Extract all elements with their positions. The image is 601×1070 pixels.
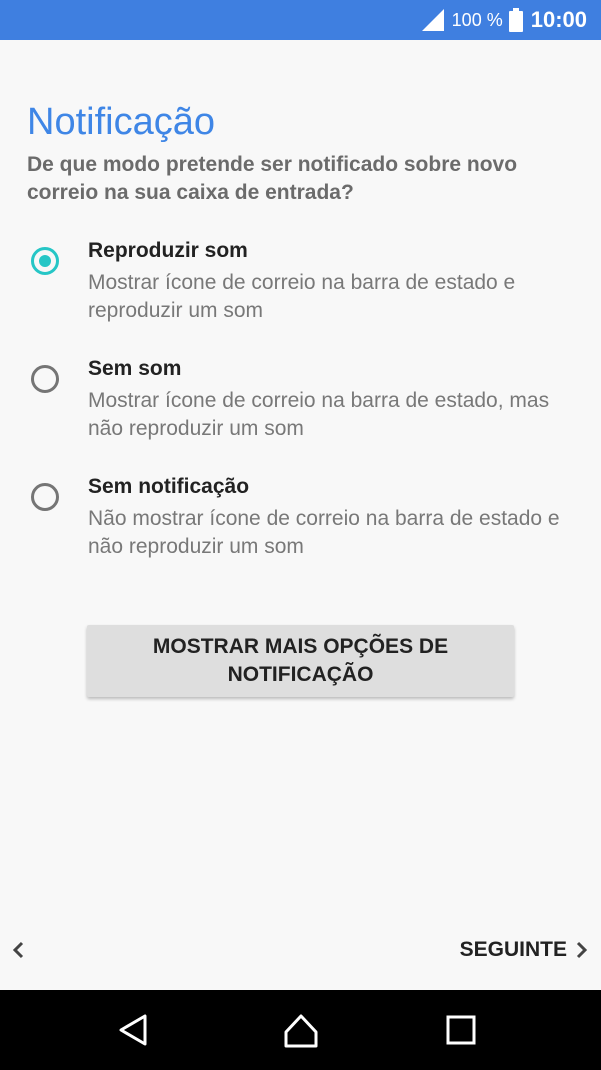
- question-text: De que modo pretende ser notificado sobr…: [27, 153, 518, 204]
- back-triangle-icon[interactable]: [113, 1010, 153, 1050]
- battery-icon: [508, 8, 523, 32]
- clock: 10:00: [530, 7, 587, 32]
- option-no-sound[interactable]: Sem som Mostrar ícone de correio na barr…: [0, 354, 601, 454]
- page-title: Notificação: [27, 101, 215, 143]
- radio-button-checked[interactable]: [31, 247, 59, 275]
- radio-button[interactable]: [31, 365, 59, 393]
- option-description: Não mostrar ícone de correio na barra de…: [88, 507, 560, 558]
- more-notification-options-button[interactable]: MOSTRAR MAIS OPÇÕES DE NOTIFICAÇÃO: [87, 625, 514, 697]
- option-title: Reproduzir som: [88, 239, 248, 262]
- battery-percent: 100 %: [451, 9, 503, 30]
- more-notification-options-label: MOSTRAR MAIS OPÇÕES DE NOTIFICAÇÃO: [152, 635, 449, 686]
- system-navigation-bar: [0, 990, 601, 1070]
- status-bar: 100 % 10:00: [0, 0, 601, 40]
- option-title: Sem som: [88, 357, 182, 380]
- home-icon[interactable]: [281, 1010, 321, 1050]
- signal-icon: [421, 9, 444, 31]
- next-chevron-icon: [576, 941, 588, 959]
- radio-button[interactable]: [31, 483, 59, 511]
- recents-icon[interactable]: [441, 1010, 481, 1050]
- next-label: SEGUINTE: [459, 938, 567, 961]
- back-chevron-icon[interactable]: [8, 936, 30, 964]
- next-button[interactable]: SEGUINTE: [460, 932, 589, 968]
- option-description: Mostrar ícone de correio na barra de est…: [88, 389, 550, 440]
- option-no-notification[interactable]: Sem notificação Não mostrar ícone de cor…: [0, 472, 601, 572]
- radio-dot: [39, 255, 51, 267]
- option-play-sound[interactable]: Reproduzir som Mostrar ícone de correio …: [0, 236, 601, 336]
- option-description: Mostrar ícone de correio na barra de est…: [88, 271, 516, 322]
- option-title: Sem notificação: [88, 475, 250, 498]
- status-indicators: 100 % 10:00: [421, 0, 587, 40]
